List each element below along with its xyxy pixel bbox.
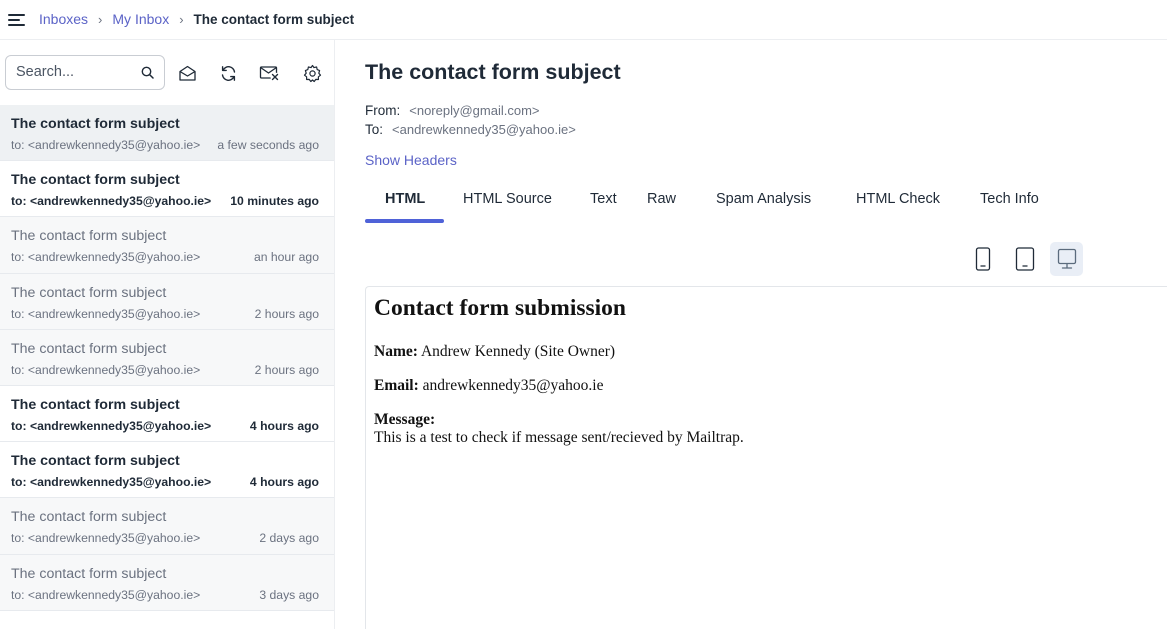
from-label: From: [365, 103, 401, 118]
message-list-item[interactable]: The contact form subject to: <andrewkenne… [0, 273, 334, 330]
message-item-recipient: to: <andrewkennedy35@yahoo.ie> [11, 587, 201, 602]
message-item-time: 2 hours ago [254, 362, 319, 377]
to-value: <andrewkennedy35@yahoo.ie> [392, 122, 576, 137]
tab-spam-analysis[interactable]: Spam Analysis [702, 186, 836, 222]
mark-read-icon[interactable] [258, 62, 282, 84]
message-item-subject: The contact form subject [11, 340, 167, 357]
tab-html-source[interactable]: HTML Source [444, 186, 566, 222]
from-value: <noreply@gmail.com> [409, 103, 540, 118]
hamburger-menu-icon[interactable] [8, 11, 26, 29]
breadcrumb-separator: › [98, 11, 103, 27]
message-item-recipient: to: <andrewkennedy35@yahoo.ie> [11, 194, 212, 209]
email-value: andrewkennedy35@yahoo.ie [422, 377, 604, 394]
name-value: Andrew Kennedy (Site Owner) [420, 343, 616, 360]
message-item-time: an hour ago [253, 250, 319, 265]
tab-html-check[interactable]: HTML Check [836, 186, 960, 222]
message-list-item[interactable]: The contact form subject to: <andrewkenne… [0, 329, 334, 386]
message-item-subject: The contact form subject [11, 453, 180, 470]
breadcrumb-my-inbox[interactable]: My Inbox [112, 11, 169, 27]
message-item-time: 2 hours ago [254, 306, 319, 321]
html-preview-frame: Contact form submission Name: Andrew Ken… [365, 286, 1167, 629]
message-list-item[interactable]: The contact form subject to: <andrewkenne… [0, 554, 334, 611]
to-line: To: <andrewkennedy35@yahoo.ie> [365, 122, 576, 137]
search-icon[interactable] [141, 66, 154, 79]
message-item-subject: The contact form subject [11, 284, 167, 301]
message-list: The contact form subject to: <andrewkenne… [0, 105, 334, 611]
active-tab-indicator [365, 219, 444, 223]
preview-heading: Contact form submission [374, 295, 626, 321]
message-list-item[interactable]: The contact form subject to: <andrewkenne… [0, 442, 334, 499]
message-item-recipient: to: <andrewkennedy35@yahoo.ie> [11, 418, 212, 433]
tab-html[interactable]: HTML [365, 186, 444, 223]
tab-raw[interactable]: Raw [634, 186, 702, 222]
message-item-time: 10 minutes ago [230, 194, 319, 209]
message-item-recipient: to: <andrewkennedy35@yahoo.ie> [11, 306, 201, 321]
preview-message-label-line: Message: [374, 411, 435, 429]
message-item-recipient: to: <andrewkennedy35@yahoo.ie> [11, 138, 201, 152]
message-item-subject: The contact form subject [11, 116, 180, 132]
mobile-icon[interactable] [966, 242, 999, 276]
message-label: Message: [374, 411, 436, 428]
tablet-icon[interactable] [1008, 242, 1041, 276]
message-item-recipient: to: <andrewkennedy35@yahoo.ie> [11, 250, 201, 265]
message-sidebar: The contact form subject to: <andrewkenne… [0, 40, 335, 629]
message-item-time: 4 hours ago [249, 418, 319, 433]
name-label: Name: [374, 343, 418, 360]
to-label: To: [365, 122, 384, 137]
message-item-time: a few seconds ago [217, 138, 319, 152]
email-label: Email: [374, 377, 419, 394]
preview-message-body: This is a test to check if message sent/… [374, 429, 744, 446]
message-list-item[interactable]: The contact form subject to: <andrewkenne… [0, 498, 334, 555]
envelope-open-icon[interactable] [176, 62, 198, 84]
message-item-recipient: to: <andrewkennedy35@yahoo.ie> [11, 362, 201, 377]
message-view: The contact form subject From: <noreply@g… [335, 40, 1167, 629]
breadcrumb-current: The contact form subject [193, 11, 355, 27]
show-headers-link[interactable]: Show Headers [365, 152, 457, 168]
message-subject: The contact form subject [365, 60, 621, 84]
message-list-item[interactable]: The contact form subject to: <andrewkenne… [0, 161, 334, 218]
preview-email-line: Email: andrewkennedy35@yahoo.ie [374, 377, 604, 395]
from-line: From: <noreply@gmail.com> [365, 103, 540, 118]
message-item-time: 4 hours ago [249, 475, 319, 490]
breadcrumb-inboxes[interactable]: Inboxes [39, 11, 88, 27]
message-item-subject: The contact form subject [11, 509, 167, 526]
message-item-recipient: to: <andrewkennedy35@yahoo.ie> [11, 531, 201, 546]
search-field[interactable] [5, 55, 165, 90]
message-item-subject: The contact form subject [11, 396, 180, 413]
breadcrumb-separator: › [179, 11, 184, 27]
tab-tech-info[interactable]: Tech Info [960, 186, 1060, 222]
view-tabs: HTML HTML Source Text Raw Spam Analysis … [365, 186, 1060, 223]
message-list-item[interactable]: The contact form subject to: <andrewkenne… [0, 386, 334, 443]
gear-icon[interactable] [301, 62, 323, 84]
preview-name-line: Name: Andrew Kennedy (Site Owner) [374, 343, 615, 361]
message-item-subject: The contact form subject [11, 228, 167, 245]
top-bar: Inboxes › My Inbox › The contact form su… [0, 0, 1167, 40]
message-list-item[interactable]: The contact form subject to: <andrewkenne… [0, 217, 334, 274]
message-list-item[interactable]: The contact form subject to: <andrewkenne… [0, 105, 334, 162]
message-item-time: 2 days ago [259, 531, 319, 546]
refresh-icon[interactable] [217, 62, 239, 84]
message-item-subject: The contact form subject [11, 172, 180, 189]
desktop-icon[interactable] [1050, 242, 1083, 276]
search-input[interactable] [16, 64, 134, 80]
breadcrumb: Inboxes › My Inbox › The contact form su… [39, 11, 354, 27]
tab-text[interactable]: Text [566, 186, 634, 222]
message-item-subject: The contact form subject [11, 565, 167, 582]
message-item-recipient: to: <andrewkennedy35@yahoo.ie> [11, 475, 212, 490]
message-item-time: 3 days ago [259, 587, 319, 602]
